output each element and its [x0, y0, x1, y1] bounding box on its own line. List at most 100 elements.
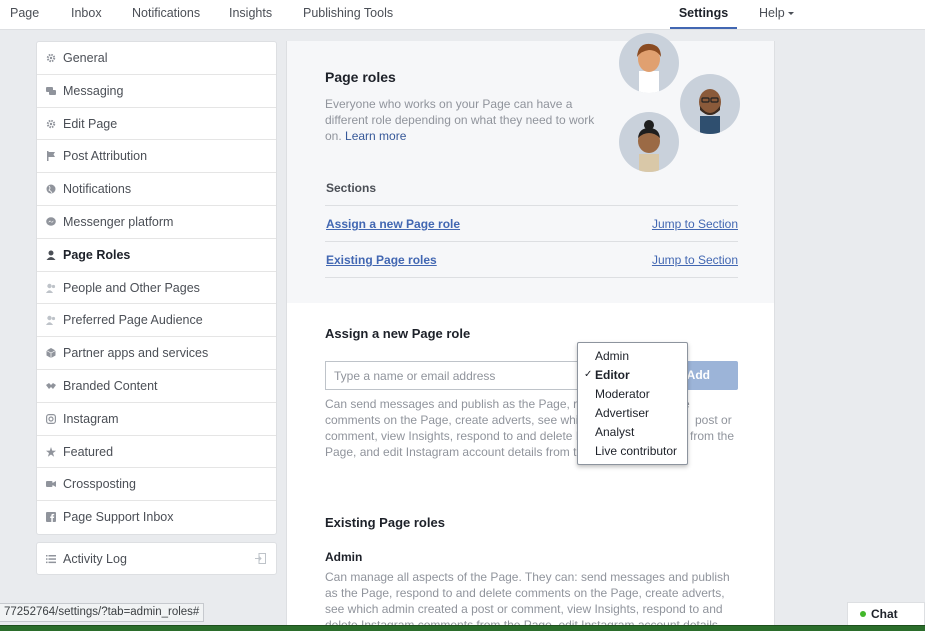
- sidebar-item-label: People and Other Pages: [63, 280, 200, 295]
- sidebar-item-messaging[interactable]: Messaging: [37, 75, 276, 108]
- jump-to-section-link[interactable]: Jump to Section: [652, 253, 738, 267]
- sidebar-item-notifications[interactable]: Notifications: [37, 173, 276, 206]
- chat-bubbles-icon: [46, 86, 56, 95]
- sidebar-item-label: Crossposting: [63, 477, 136, 492]
- role-option-moderator[interactable]: Moderator: [595, 387, 650, 401]
- taskbar-strip: [0, 625, 925, 631]
- chat-label: Chat: [871, 607, 898, 621]
- settings-sidebar: General Messaging Edit Page Post Attribu…: [36, 41, 277, 535]
- facebook-icon: [46, 512, 56, 523]
- caret-down-icon: [787, 12, 794, 16]
- section-row-assign: Assign a new Page role Jump to Section: [325, 205, 738, 241]
- sidebar-item-label: Partner apps and services: [63, 346, 209, 361]
- person-illustration-icon: [638, 120, 660, 172]
- gear-icon: [46, 119, 56, 128]
- page-roles-title: Page roles: [325, 69, 396, 85]
- role-description-line: post or: [695, 413, 732, 427]
- sidebar-item-label: Page Roles: [63, 247, 131, 262]
- sidebar-item-preferred-page-audience[interactable]: Preferred Page Audience: [37, 304, 276, 338]
- tab-page[interactable]: Page: [10, 0, 39, 29]
- checkmark-icon: ✓: [584, 369, 593, 380]
- tab-inbox[interactable]: Inbox: [71, 0, 102, 29]
- assign-role-title: Assign a new Page role: [325, 326, 471, 341]
- sidebar-item-label: Preferred Page Audience: [63, 313, 203, 328]
- sidebar-item-label: Page Support Inbox: [63, 510, 174, 525]
- divider: [325, 277, 738, 278]
- role-option-editor[interactable]: Editor: [595, 368, 630, 382]
- sidebar-item-label: Notifications: [63, 182, 132, 197]
- chat-tab[interactable]: Chat: [847, 602, 925, 625]
- sidebar-item-post-attribution[interactable]: Post Attribution: [37, 140, 276, 174]
- sidebar-item-edit-page[interactable]: Edit Page: [37, 108, 276, 141]
- section-row-existing: Existing Page roles Jump to Section: [325, 241, 738, 277]
- add-button-label: Add: [686, 368, 710, 382]
- sidebar-item-label: Activity Log: [63, 552, 127, 566]
- admin-description-line: see which admin created a post or commen…: [325, 602, 723, 616]
- existing-section-link[interactable]: Existing Page roles: [326, 253, 437, 267]
- learn-more-link[interactable]: Learn more: [345, 129, 406, 143]
- role-option-live-contributor[interactable]: Live contributor: [595, 444, 677, 458]
- sidebar-item-label: Featured: [63, 444, 114, 459]
- sidebar-item-crossposting[interactable]: Crossposting: [37, 468, 276, 502]
- help-label: Help: [759, 6, 785, 20]
- existing-roles-title: Existing Page roles: [325, 515, 445, 530]
- role-option-analyst[interactable]: Analyst: [595, 425, 634, 439]
- role-option-advertiser[interactable]: Advertiser: [595, 406, 649, 420]
- role-dropdown-menu: Admin ✓ Editor Moderator Advertiser Anal…: [577, 342, 688, 465]
- input-placeholder: Type a name or email address: [334, 369, 496, 383]
- assign-section-link[interactable]: Assign a new Page role: [326, 217, 460, 231]
- gear-icon: [46, 53, 56, 63]
- avatar-illustration: [680, 74, 740, 134]
- online-status-dot: [860, 611, 866, 617]
- jump-to-section-link[interactable]: Jump to Section: [652, 217, 738, 231]
- person-icon: [46, 250, 56, 260]
- sidebar-item-label: Instagram: [63, 411, 119, 426]
- sidebar-item-general[interactable]: General: [37, 42, 276, 75]
- sidebar-item-page-roles[interactable]: Page Roles: [37, 239, 276, 272]
- tab-notifications[interactable]: Notifications: [132, 0, 200, 29]
- role-description-line: Page, and edit Instagram account details…: [325, 445, 577, 459]
- sidebar-item-people-and-other-pages[interactable]: People and Other Pages: [37, 272, 276, 305]
- globe-icon: [46, 184, 56, 194]
- sidebar-item-instagram[interactable]: Instagram: [37, 403, 276, 436]
- page-top-nav: Page Inbox Notifications Insights Publis…: [0, 0, 925, 30]
- open-external-icon: [255, 553, 266, 564]
- sidebar-item-label: General: [63, 51, 108, 65]
- cube-icon: [46, 348, 56, 359]
- tab-settings[interactable]: Settings: [670, 0, 737, 29]
- browser-status-url: 77252764/settings/?tab=admin_roles#: [0, 603, 205, 622]
- role-description-line: comments on the Page, create adverts, se…: [325, 413, 579, 427]
- person-illustration-icon: [637, 43, 661, 93]
- sidebar-item-featured[interactable]: Featured: [37, 436, 276, 469]
- page-roles-description: Everyone who works on your Page can have…: [325, 96, 610, 144]
- sections-label: Sections: [326, 181, 377, 195]
- help-menu[interactable]: Help: [759, 0, 794, 29]
- name-or-email-input[interactable]: Type a name or email address: [325, 361, 587, 390]
- tab-insights[interactable]: Insights: [229, 0, 272, 29]
- sidebar-item-label: Messaging: [63, 83, 124, 98]
- role-description-line: Can send messages and publish as the Pag…: [325, 397, 578, 411]
- admin-description-line: as the Page, respond to and delete comme…: [325, 586, 725, 600]
- role-description-tail: post or: [695, 412, 732, 428]
- avatar-illustration: [619, 112, 679, 172]
- sidebar-item-branded-content[interactable]: Branded Content: [37, 370, 276, 403]
- sidebar-item-page-support-inbox[interactable]: Page Support Inbox: [37, 501, 276, 534]
- role-description: Can send messages and publish as the Pag…: [325, 396, 585, 460]
- sidebar-item-messenger-platform[interactable]: Messenger platform: [37, 206, 276, 239]
- sidebar-item-label: Edit Page: [63, 116, 118, 131]
- instagram-icon: [46, 413, 56, 424]
- admin-role-description: Can manage all aspects of the Page. They…: [325, 569, 745, 631]
- handshake-icon: [46, 382, 56, 389]
- person-illustration-icon: [699, 89, 721, 134]
- role-option-admin[interactable]: Admin: [595, 349, 629, 363]
- tab-publishing-tools[interactable]: Publishing Tools: [303, 0, 393, 29]
- sidebar-item-label: Messenger platform: [63, 214, 174, 229]
- sidebar-item-partner-apps[interactable]: Partner apps and services: [37, 337, 276, 370]
- messenger-icon: [46, 217, 56, 226]
- sidebar-item-activity-log[interactable]: Activity Log: [36, 542, 277, 575]
- page-roles-overview: Page roles Everyone who works on your Pa…: [286, 33, 775, 303]
- people-icon: [46, 316, 56, 326]
- star-icon: [46, 446, 56, 457]
- people-icon: [46, 283, 56, 293]
- flag-icon: [47, 151, 55, 162]
